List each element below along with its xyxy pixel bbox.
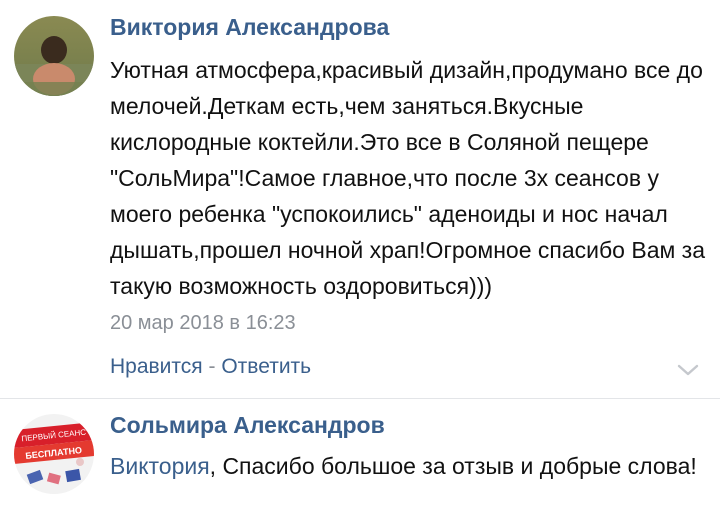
comment-text: Уютная атмосфера,красивый дизайн,продума… <box>110 57 706 299</box>
actions-separator: - <box>202 355 222 378</box>
comment-author[interactable]: Сольмира Александров <box>110 412 385 439</box>
avatar[interactable] <box>14 16 94 96</box>
comments-page: Виктория Александрова Уютная атмосфера,к… <box>0 0 720 526</box>
reply-button[interactable]: Ответить <box>221 355 311 378</box>
comment-body: , Спасибо большое за отзыв и добрые слов… <box>209 453 697 479</box>
avatar-photo <box>14 16 94 96</box>
like-button[interactable]: Нравится <box>110 355 203 378</box>
mention-link[interactable]: Виктория <box>110 453 210 479</box>
comment-text: Виктория, Спасибо большое за отзыв и доб… <box>110 448 710 484</box>
promo-avatar-image: ПЕРВЫЙ СЕАНС БЕСПЛАТНО <box>14 414 94 494</box>
avatar[interactable]: ПЕРВЫЙ СЕАНС БЕСПЛАТНО <box>14 414 94 494</box>
comment-date: 20 мар 2018 в 16:23 <box>110 312 296 334</box>
comment-author[interactable]: Виктория Александрова <box>110 14 389 41</box>
comment-item: Виктория Александрова Уютная атмосфера,к… <box>0 0 720 398</box>
chevron-down-icon[interactable] <box>676 360 700 380</box>
comment-item: ПЕРВЫЙ СЕАНС БЕСПЛАТНО Сольмира Александ… <box>0 398 720 526</box>
comment-actions: Нравится - Ответить <box>110 355 311 379</box>
